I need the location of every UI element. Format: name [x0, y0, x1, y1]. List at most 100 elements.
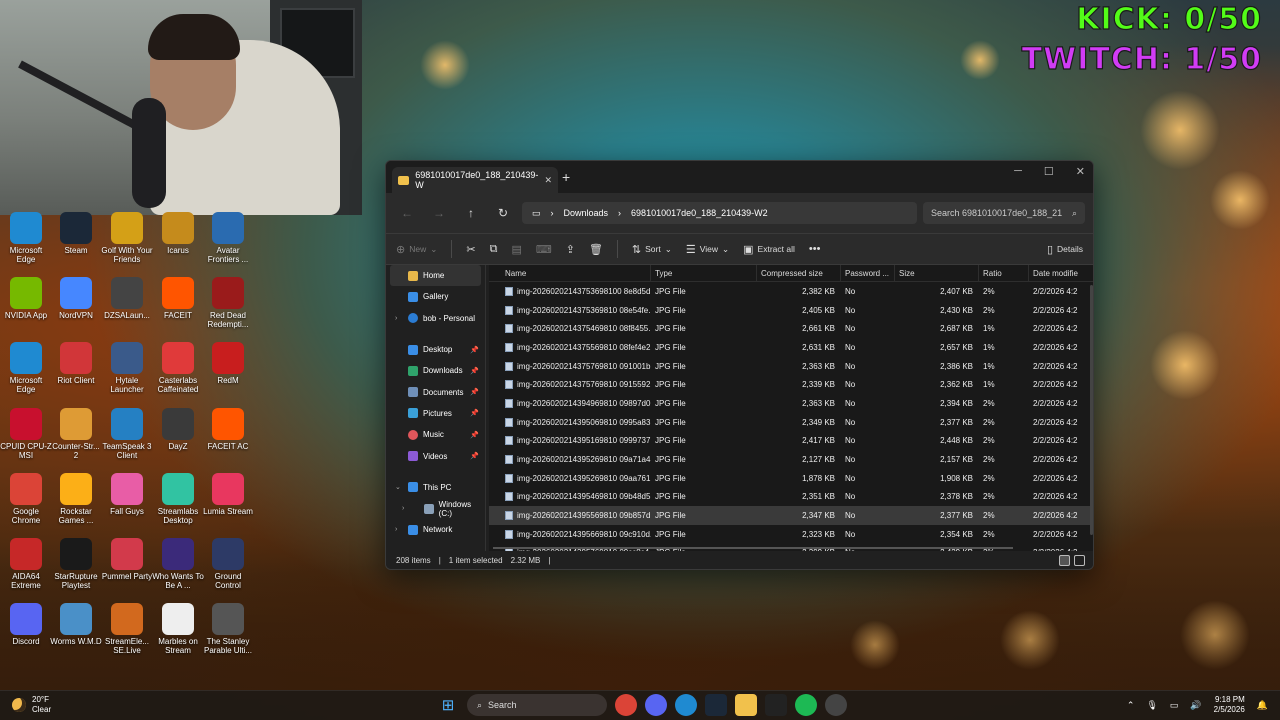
desktop-shortcut[interactable]: AIDA64 Extreme [0, 538, 52, 590]
sidebar-item-this-pc[interactable]: ⌄ This PC [386, 477, 485, 498]
column-header-ratio[interactable]: Ratio [979, 265, 1029, 281]
explorer-tab[interactable]: 6981010017de0_188_210439-W ✕ [392, 167, 558, 193]
desktop-shortcut[interactable]: Icarus [152, 212, 204, 255]
desktop-shortcut[interactable]: Hytale Launcher [101, 342, 153, 394]
desktop-shortcut[interactable]: Who Wants To Be A ... [152, 538, 204, 590]
maximize-icon[interactable]: ☐ [1044, 165, 1054, 178]
sidebar-item-gallery[interactable]: Gallery [386, 286, 485, 307]
forward-arrow-icon[interactable]: → [426, 206, 452, 220]
delete-button[interactable]: 🗑 [589, 243, 603, 256]
desktop-shortcut[interactable]: Microsoft Edge [0, 212, 52, 264]
app-icon[interactable] [765, 694, 787, 716]
desktop-shortcut[interactable]: Casterlabs Caffeinated [152, 342, 204, 394]
close-tab-icon[interactable]: ✕ [544, 175, 552, 186]
vertical-scrollbar[interactable] [1090, 285, 1093, 535]
back-arrow-icon[interactable]: ← [394, 206, 420, 220]
cut-button[interactable]: ✂ [466, 243, 475, 256]
column-header-compressed-size[interactable]: Compressed size [757, 265, 841, 281]
desktop-shortcut[interactable]: Counter-Str... 2 [50, 407, 102, 460]
start-windows-icon[interactable]: ⊞ [437, 694, 459, 716]
file-row[interactable]: img-2026020214395169810 0999737... JPG Fi… [489, 432, 1093, 451]
new-tab-button[interactable]: + [562, 169, 570, 185]
file-row[interactable]: img-2026020214395569810 09b857d... JPG Fi… [489, 506, 1093, 525]
sidebar-item-downloads[interactable]: Downloads 📌 [386, 360, 485, 381]
spotify-icon[interactable] [795, 694, 817, 716]
file-row[interactable]: img-2026020214394969810 09897d0... JPG Fi… [489, 394, 1093, 413]
breadcrumb-folder[interactable]: 6981010017de0_188_210439-W2 [631, 208, 768, 218]
pin-icon[interactable]: 📌 [470, 452, 479, 460]
sidebar-item-videos[interactable]: Videos 📌 [386, 445, 485, 466]
column-header-type[interactable]: Type [651, 265, 757, 281]
desktop-shortcut[interactable]: TeamSpeak 3 Client [101, 407, 153, 460]
steam-icon[interactable] [705, 694, 727, 716]
pin-icon[interactable]: 📌 [470, 367, 479, 375]
desktop-shortcut[interactable]: Rockstar Games ... [50, 472, 102, 525]
volume-icon[interactable]: 🔊 [1190, 700, 1201, 711]
file-row[interactable]: img-2026020214395669810 09c910d... JPG Fi… [489, 525, 1093, 544]
network-icon[interactable]: ▭ [1170, 700, 1179, 711]
file-row[interactable]: img-2026020214375569810 08fef4e2... JPG F… [489, 338, 1093, 357]
desktop-shortcut[interactable]: Lumia Stream [202, 472, 254, 516]
sidebar-item-onedrive[interactable]: › bob - Personal [386, 308, 485, 329]
app-icon[interactable] [825, 694, 847, 716]
taskbar-search[interactable]: ⌕ Search [467, 694, 607, 716]
details-button[interactable]: ▯ Details [1047, 243, 1083, 256]
desktop-shortcut[interactable]: Golf With Your Friends [101, 212, 153, 264]
file-row[interactable]: img-2026020214395269810 09aa761... JPG Fi… [489, 469, 1093, 488]
paste-button[interactable]: ▤ [511, 243, 521, 256]
rename-button[interactable]: ⌨ [536, 243, 552, 256]
chrome-icon[interactable] [615, 694, 637, 716]
desktop-shortcut[interactable]: Marbles on Stream [152, 603, 204, 655]
more-options-button[interactable]: ••• [809, 243, 821, 255]
desktop-shortcut[interactable]: Google Chrome [0, 472, 52, 525]
up-arrow-icon[interactable]: ↑ [458, 206, 484, 220]
sidebar-item-home[interactable]: Home [390, 265, 481, 287]
desktop-shortcut[interactable]: Worms W.M.D [50, 603, 102, 646]
address-bar[interactable]: ▭ › Downloads › 6981010017de0_188_210439… [522, 202, 917, 224]
desktop-shortcut[interactable]: Steam [50, 212, 102, 255]
discord-icon[interactable] [645, 694, 667, 716]
desktop-shortcut[interactable]: The Stanley Parable Ulti... [202, 603, 254, 655]
desktop-shortcut[interactable]: FACEIT [152, 277, 204, 320]
pin-icon[interactable]: 📌 [470, 431, 479, 439]
desktop-shortcut[interactable]: DayZ [152, 407, 204, 451]
pin-icon[interactable]: 📌 [470, 388, 479, 396]
sidebar-item-network[interactable]: › Network [386, 519, 485, 540]
desktop-shortcut[interactable]: Red Dead Redempti... [202, 277, 254, 329]
desktop-shortcut[interactable]: StarRupture Playtest [50, 538, 102, 590]
sort-button[interactable]: ⇅ Sort ⌄ [632, 243, 672, 256]
desktop-shortcut[interactable]: Riot Client [50, 342, 102, 385]
file-row[interactable]: img-2026020214395069810 0995a83... JPG Fi… [489, 413, 1093, 432]
search-box[interactable]: Search 6981010017de0_188_21 ⌕ [923, 202, 1085, 224]
file-row[interactable]: img-2026020214395469810 09b48d5... JPG Fi… [489, 488, 1093, 507]
tiles-view-icon[interactable] [1074, 554, 1085, 566]
file-row[interactable]: img-2026020214375769810 091001b... JPG Fi… [489, 357, 1093, 376]
desktop-shortcut[interactable]: Avatar Frontiers ... [202, 212, 254, 264]
file-row[interactable]: img-2026020214375769810 0915592... JPG Fi… [489, 375, 1093, 394]
share-button[interactable]: ⇪ [566, 243, 575, 256]
new-button[interactable]: ⊕ New ⌄ [396, 243, 437, 256]
desktop-shortcut[interactable]: FACEIT AC [202, 407, 254, 451]
minimize-icon[interactable]: ─ [1014, 165, 1022, 178]
desktop-shortcut[interactable]: Pummel Party [101, 538, 153, 581]
close-icon[interactable]: ✕ [1076, 165, 1085, 178]
desktop-shortcut[interactable]: Discord [0, 603, 52, 646]
details-view-icon[interactable] [1059, 554, 1070, 566]
column-header-date-modified[interactable]: Date modifie [1029, 265, 1093, 281]
desktop-shortcut[interactable]: DZSALaun... [101, 277, 153, 320]
clock[interactable]: 9:18 PM 2/5/2026 [1214, 695, 1245, 715]
file-row[interactable]: img-2026020214375369810 08e54fe... JPG Fi… [489, 301, 1093, 320]
file-explorer-icon[interactable] [735, 694, 757, 716]
column-header-name[interactable]: Name [489, 265, 651, 281]
microphone-icon[interactable]: 🎙 [1146, 700, 1157, 711]
horizontal-scrollbar[interactable] [493, 547, 1013, 549]
notification-bell-icon[interactable]: 🔔 [1257, 700, 1268, 711]
sidebar-item-windows-c[interactable]: › Windows (C:) [386, 498, 485, 519]
weather-widget[interactable]: 20°F Clear [12, 695, 51, 715]
desktop-shortcut[interactable]: RedM [202, 342, 254, 385]
file-row[interactable]: img-2026020214395269810 09a71a4... JPG Fi… [489, 450, 1093, 469]
pin-icon[interactable]: 📌 [470, 346, 479, 354]
column-header-size[interactable]: Size [895, 265, 979, 281]
desktop-shortcut[interactable]: Streamlabs Desktop [152, 472, 204, 525]
sidebar-item-desktop[interactable]: Desktop 📌 [386, 339, 485, 360]
